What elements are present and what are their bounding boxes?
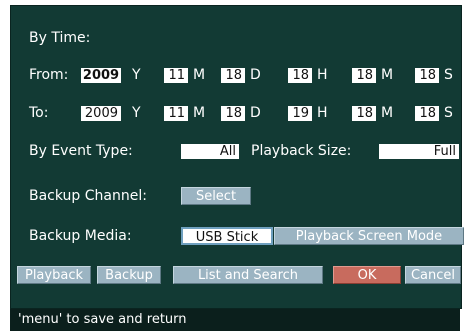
playback-size-label: Playback Size: — [251, 143, 352, 159]
from-month-unit: M — [193, 67, 206, 83]
from-month-field[interactable]: 11 — [164, 68, 188, 83]
from-hour-unit: H — [317, 67, 328, 83]
to-year-field[interactable]: 2009 — [81, 106, 121, 121]
to-second-field[interactable]: 18 — [415, 106, 439, 121]
backup-button[interactable]: Backup — [97, 266, 161, 284]
from-second-unit: S — [444, 67, 453, 83]
from-day-unit: D — [250, 67, 261, 83]
backup-media-label: Backup Media: — [29, 228, 132, 244]
to-minute-field[interactable]: 18 — [352, 106, 376, 121]
status-text: 'menu' to save and return — [18, 312, 187, 327]
to-hour-unit: H — [317, 105, 328, 121]
from-year-field[interactable]: 2009 — [81, 68, 121, 83]
to-second-unit: S — [444, 105, 453, 121]
dialog-panel: By Time: From: 2009 Y 11 M 18 D 18 H 18 … — [10, 5, 464, 309]
to-year-unit: Y — [132, 105, 141, 121]
from-minute-field[interactable]: 18 — [352, 68, 376, 83]
to-hour-field[interactable]: 19 — [288, 106, 312, 121]
by-time-heading: By Time: — [29, 30, 91, 46]
backup-channel-label: Backup Channel: — [29, 188, 147, 204]
to-minute-unit: M — [381, 105, 394, 121]
playback-size-select[interactable]: Full — [379, 144, 459, 159]
playback-screen-mode-button[interactable]: Playback Screen Mode — [274, 227, 464, 245]
from-label: From: — [29, 67, 69, 83]
event-type-select[interactable]: All — [181, 144, 239, 159]
to-month-unit: M — [193, 105, 206, 121]
from-year-unit: Y — [132, 67, 141, 83]
to-label: To: — [29, 105, 49, 121]
event-type-label: By Event Type: — [29, 143, 133, 159]
from-minute-unit: M — [381, 67, 394, 83]
select-channel-button[interactable]: Select — [181, 187, 251, 205]
backup-dialog: By Time: From: 2009 Y 11 M 18 D 18 H 18 … — [4, 0, 464, 333]
from-hour-field[interactable]: 18 — [288, 68, 312, 83]
from-second-field[interactable]: 18 — [415, 68, 439, 83]
to-month-field[interactable]: 11 — [164, 106, 188, 121]
to-day-field[interactable]: 18 — [221, 106, 245, 121]
to-day-unit: D — [250, 105, 261, 121]
ok-button[interactable]: OK — [333, 266, 401, 284]
status-bar: 'menu' to save and return — [10, 309, 460, 331]
from-day-field[interactable]: 18 — [221, 68, 245, 83]
usb-stick-button[interactable]: USB Stick — [181, 227, 273, 245]
cancel-button[interactable]: Cancel — [405, 266, 461, 284]
list-and-search-button[interactable]: List and Search — [173, 266, 323, 284]
playback-button[interactable]: Playback — [17, 266, 91, 284]
